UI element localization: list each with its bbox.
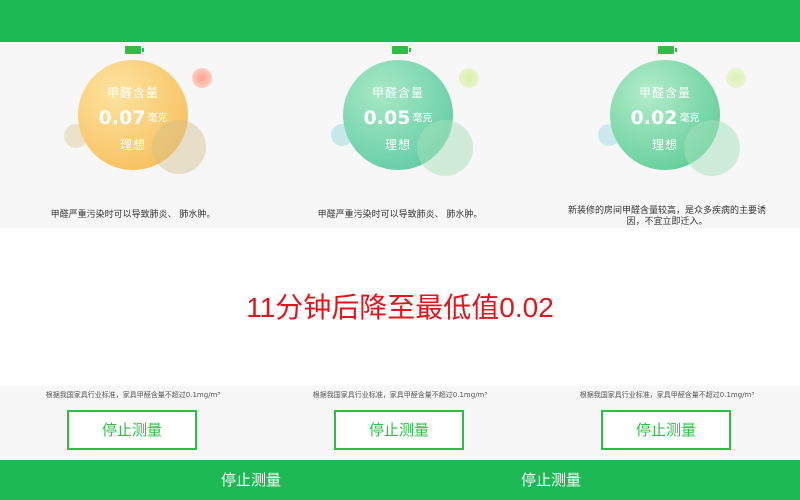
formaldehyde-value: 0.07 (98, 107, 146, 129)
gauge-label: 甲醛含量 (638, 86, 691, 100)
battery-full-icon (125, 46, 144, 54)
health-description: 甲醛严重污染时可以导致肺炎、 肺水肿。 (317, 210, 483, 220)
value-unit: 毫克 (412, 112, 433, 124)
battery-full-icon (658, 46, 677, 54)
action-strip: 根据我国家具行业标准，家具甲醛含量不超过0.1mg/m³ 停止测量 根据我国家具… (0, 386, 800, 460)
gauge-label: 甲醛含量 (106, 86, 159, 100)
value-unit: 毫克 (147, 112, 168, 124)
value-unit: 毫克 (679, 112, 700, 124)
stop-measure-button[interactable]: 停止测量 (67, 410, 197, 450)
formaldehyde-value: 0.02 (630, 107, 678, 129)
decor-bubble (417, 120, 473, 176)
health-description: 甲醛严重污染时可以导致肺炎、 肺水肿。 (50, 210, 216, 220)
health-description: 新装修的房间甲醛含量较高，是众多疾病的主要诱因，不宜立即迁入。 (567, 206, 766, 227)
bottom-action-bar: 停止测量 停止测量 (0, 460, 800, 500)
top-bar (0, 0, 800, 42)
stop-measure-bar-button[interactable]: 停止测量 (151, 460, 351, 500)
standard-note: 根据我国家具行业标准，家具甲醛含量不超过0.1mg/m³ (579, 391, 755, 399)
decor-bubble (192, 68, 212, 88)
stop-measure-button[interactable]: 停止测量 (601, 410, 731, 450)
countdown-headline: 11分钟后降至最低值0.02 (246, 292, 554, 323)
measurement-panel-2: 甲醛含量 0.05 毫克 理想 甲醛严重污染时可以导致肺炎、 肺水肿。 (267, 42, 533, 228)
formaldehyde-value: 0.05 (363, 107, 411, 129)
measurement-panels: 甲醛含量 0.07 毫克 理想 甲醛严重污染时可以导致肺炎、 肺水肿。 甲醛含量 … (0, 42, 800, 228)
decor-bubble (152, 120, 206, 174)
battery-full-icon (392, 46, 411, 54)
decor-bubble (684, 120, 740, 176)
decor-bubble (726, 68, 746, 88)
gauge-label: 甲醛含量 (371, 86, 424, 100)
measurement-panel-1: 甲醛含量 0.07 毫克 理想 甲醛严重污染时可以导致肺炎、 肺水肿。 (0, 42, 266, 228)
stop-measure-button[interactable]: 停止测量 (334, 410, 464, 450)
decor-bubble (459, 68, 479, 88)
standard-note: 根据我国家具行业标准，家具甲醛含量不超过0.1mg/m³ (45, 391, 221, 399)
measurement-panel-3: 甲醛含量 0.02 毫克 理想 新装修的房间甲醛含量较高，是众多疾病的主要诱因，不… (534, 42, 800, 228)
stop-measure-bar-button[interactable]: 停止测量 (451, 460, 651, 500)
standard-note: 根据我国家具行业标准，家具甲醛含量不超过0.1mg/m³ (312, 391, 488, 399)
